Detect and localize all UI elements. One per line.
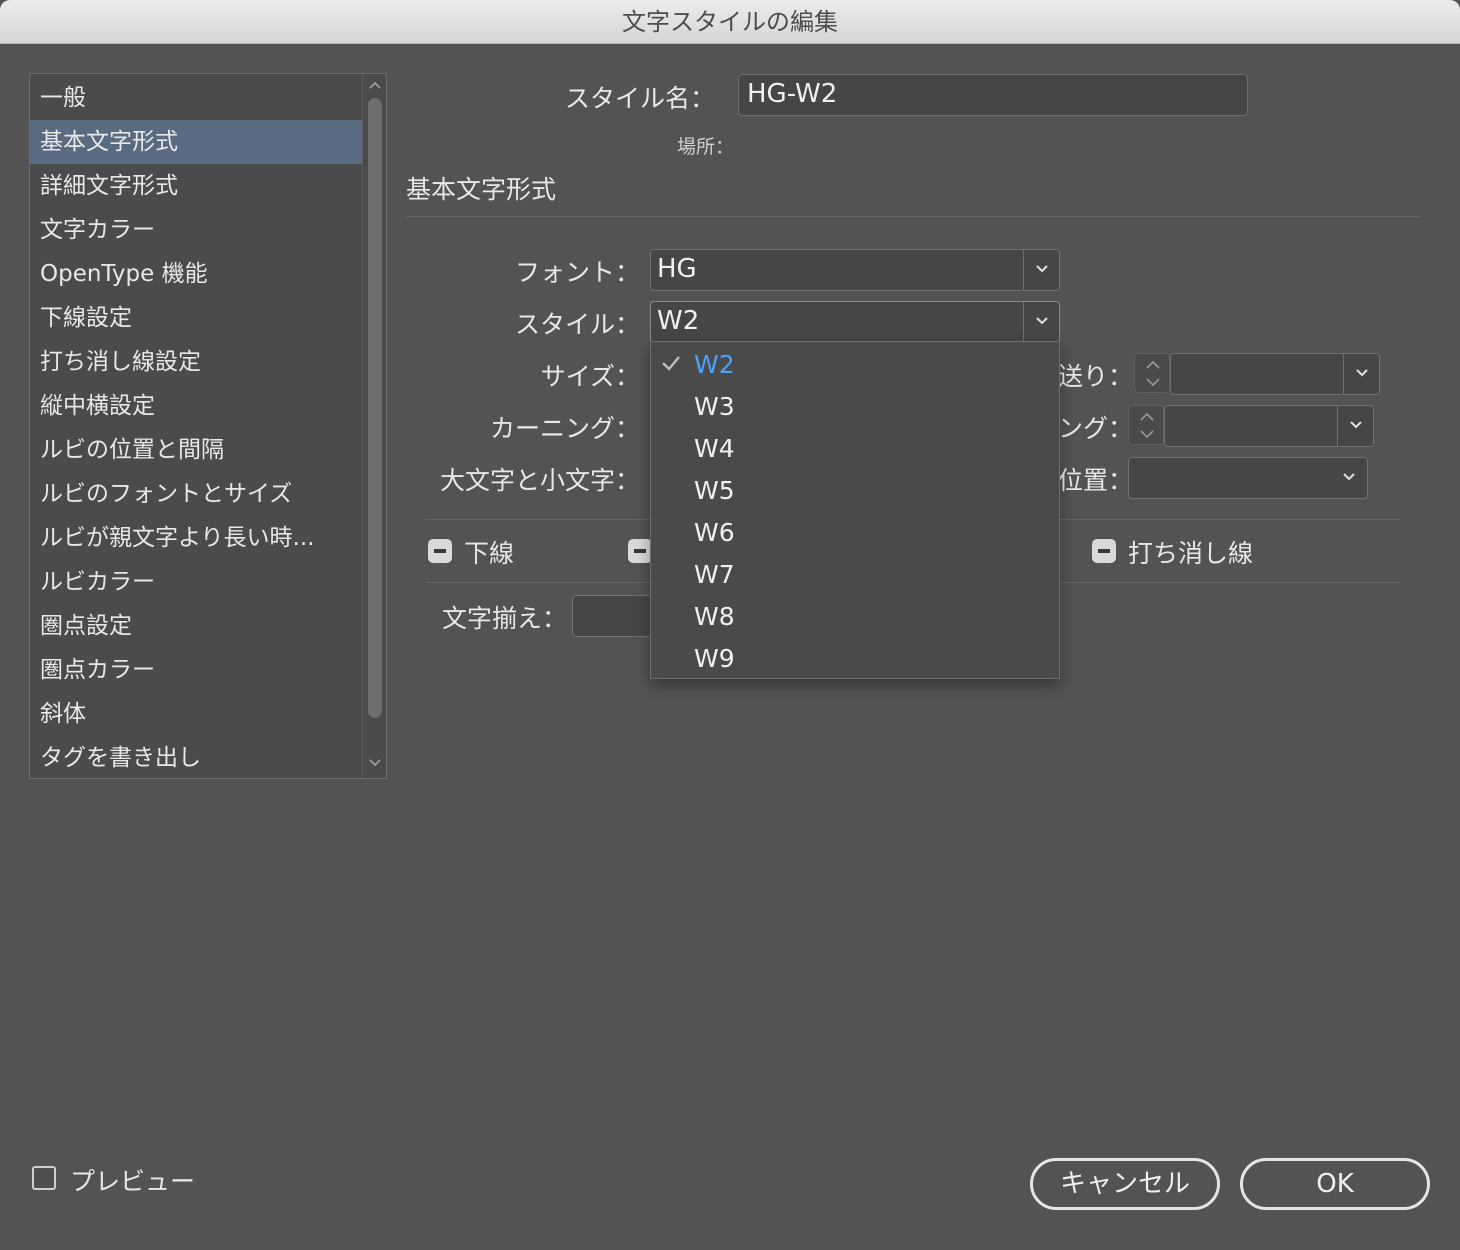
font-label: フォント：: [514, 258, 640, 287]
tracking-stepper[interactable]: [1128, 405, 1164, 445]
sidebar-item-italic[interactable]: 斜体: [30, 692, 362, 736]
chevron-down-icon[interactable]: [1337, 406, 1373, 446]
font-style-menu[interactable]: W2 W3 W4 W5 W6 W7 W8 W9: [650, 341, 1060, 679]
sidebar-item-ruby-font-size[interactable]: ルビのフォントとサイズ: [30, 472, 362, 516]
sidebar-item-kenten-settings[interactable]: 圏点設定: [30, 604, 362, 648]
font-style-label: スタイル：: [514, 310, 640, 339]
sidebar-item-underline-options[interactable]: 下線設定: [30, 296, 362, 340]
sidebar-item-character-color[interactable]: 文字カラー: [30, 208, 362, 252]
style-name-label: スタイル名：: [564, 84, 715, 113]
font-family-value: HG: [657, 254, 697, 284]
sidebar-scrollbar[interactable]: [362, 74, 386, 778]
strikethrough-label: 打ち消し線: [1128, 539, 1254, 568]
underline-label: 下線: [464, 539, 515, 568]
sidebar-item-strikethrough-options[interactable]: 打ち消し線設定: [30, 340, 362, 384]
case-label: 大文字と小文字：: [439, 466, 640, 495]
sidebar-item-advanced-character-formats[interactable]: 詳細文字形式: [30, 164, 362, 208]
menu-item-w3[interactable]: W3: [651, 386, 1059, 428]
scroll-down-icon[interactable]: [367, 756, 383, 772]
sidebar-item-basic-character-formats[interactable]: 基本文字形式: [30, 120, 362, 164]
sidebar-item-opentype-features[interactable]: OpenType 機能: [30, 252, 362, 296]
leading-label: 送り：: [1058, 362, 1134, 391]
tracking-dropdown[interactable]: [1164, 405, 1374, 447]
checkmark-icon: [662, 356, 680, 371]
tracking-label: ング：: [1058, 414, 1134, 443]
cancel-button[interactable]: キャンセル: [1030, 1158, 1220, 1210]
font-style-value: W2: [657, 306, 700, 336]
menu-item-w2[interactable]: W2: [651, 344, 1059, 386]
menu-item-w8[interactable]: W8: [651, 596, 1059, 638]
sidebar-item-ruby-overhang[interactable]: ルビが親文字より長い時...: [30, 516, 362, 560]
font-family-dropdown[interactable]: HG: [650, 249, 1060, 291]
chevron-down-icon[interactable]: [1331, 458, 1367, 498]
category-list[interactable]: 一般 基本文字形式 詳細文字形式 文字カラー OpenType 機能 下線設定 …: [29, 73, 387, 779]
chevron-down-icon[interactable]: [1023, 302, 1059, 342]
menu-item-w6[interactable]: W6: [651, 512, 1059, 554]
font-size-label: サイズ：: [540, 362, 640, 391]
chevron-down-icon[interactable]: [1343, 354, 1379, 394]
sidebar-item-tate-chu-yoko[interactable]: 縦中横設定: [30, 384, 362, 428]
strikethrough-checkbox[interactable]: [1092, 539, 1116, 563]
position-dropdown[interactable]: [1128, 457, 1368, 499]
sidebar-item-export-tagging[interactable]: タグを書き出し: [30, 736, 362, 780]
leading-stepper[interactable]: [1134, 353, 1170, 393]
sidebar-item-ruby-color[interactable]: ルビカラー: [30, 560, 362, 604]
preview-checkbox[interactable]: [32, 1166, 56, 1190]
section-divider: [406, 216, 1420, 217]
sidebar-item-kenten-color[interactable]: 圏点カラー: [30, 648, 362, 692]
menu-item-label: W2: [694, 350, 735, 379]
location-label: 場所：: [677, 136, 735, 158]
ligature-checkbox[interactable]: [628, 539, 652, 563]
font-style-dropdown[interactable]: W2: [650, 301, 1060, 343]
kerning-label: カーニング：: [489, 414, 640, 443]
menu-item-w9[interactable]: W9: [651, 638, 1059, 680]
leading-dropdown[interactable]: [1170, 353, 1380, 395]
section-title: 基本文字形式: [406, 175, 557, 204]
chevron-down-icon[interactable]: [1023, 250, 1059, 290]
title-bar: 文字スタイルの編集: [0, 0, 1460, 44]
menu-item-w5[interactable]: W5: [651, 470, 1059, 512]
window-title: 文字スタイルの編集: [622, 8, 838, 36]
style-name-field[interactable]: HG-W2: [738, 74, 1248, 116]
menu-item-w7[interactable]: W7: [651, 554, 1059, 596]
scroll-thumb[interactable]: [368, 98, 382, 718]
sidebar-item-ruby-position-spacing[interactable]: ルビの位置と間隔: [30, 428, 362, 472]
character-alignment-label: 文字揃え：: [442, 604, 568, 633]
sidebar-item-general[interactable]: 一般: [30, 76, 362, 120]
position-label: 位置：: [1058, 466, 1134, 495]
scroll-up-icon[interactable]: [367, 78, 383, 94]
preview-label: プレビュー: [70, 1167, 196, 1196]
underline-checkbox[interactable]: [428, 539, 452, 563]
ok-button[interactable]: OK: [1240, 1158, 1430, 1210]
menu-item-w4[interactable]: W4: [651, 428, 1059, 470]
